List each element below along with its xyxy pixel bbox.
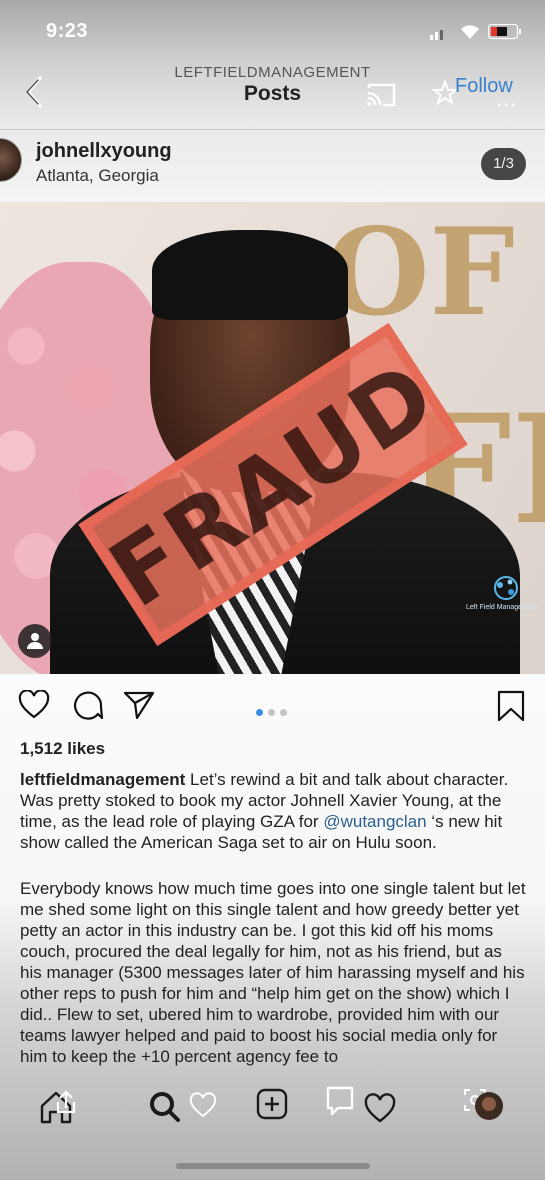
tab-activity[interactable]: [326, 1086, 398, 1131]
cast-icon[interactable]: [365, 82, 397, 113]
status-bar: 9:23: [0, 0, 545, 60]
home-indicator[interactable]: [176, 1163, 370, 1169]
more-options-icon[interactable]: ...: [496, 86, 517, 112]
carousel-counter: 1/3: [481, 148, 526, 180]
post-caption: leftfieldmanagement Let’s rewind a bit a…: [20, 769, 525, 853]
tagged-users-icon[interactable]: [18, 624, 52, 658]
tab-bar: [0, 1074, 545, 1144]
post-header: johnellxyoung Atlanta, Georgia 1/3: [0, 130, 545, 202]
caption-username[interactable]: leftfieldmanagement: [20, 770, 185, 789]
activity-icon: [326, 1086, 396, 1123]
watermark-logo: Left Field Management: [466, 574, 544, 624]
carousel-dots: [256, 703, 292, 721]
wifi-icon: [458, 22, 482, 45]
post-username[interactable]: johnellxyoung: [36, 140, 172, 163]
caption-body: Everybody knows how much time goes into …: [20, 879, 526, 1066]
caption-mention[interactable]: @wutangclan: [323, 812, 426, 831]
tab-home[interactable]: [38, 1086, 80, 1131]
bookmark-icon[interactable]: [497, 690, 525, 727]
likes-count[interactable]: 1,512 likes: [20, 739, 105, 759]
heart-icon[interactable]: [18, 689, 50, 725]
post-location[interactable]: Atlanta, Georgia: [36, 166, 159, 186]
navigation-bar: LEFTFIELDMANAGEMENT Posts Follow ...: [0, 60, 545, 130]
tab-search[interactable]: [146, 1086, 217, 1131]
battery-icon: [487, 23, 522, 45]
tab-profile[interactable]: [462, 1086, 506, 1131]
post-image[interactable]: OF FL FRAUD Left Field Management: [0, 202, 545, 674]
cellular-signal-icon: [430, 27, 444, 45]
post-actions: [0, 674, 545, 736]
avatar[interactable]: [0, 138, 22, 182]
status-time: 9:23: [46, 20, 89, 42]
home-icon: [40, 1090, 76, 1124]
watermark-text: Left Field Management: [466, 604, 538, 611]
tab-add-post[interactable]: [256, 1086, 290, 1127]
profile-avatar-icon: [464, 1089, 503, 1120]
share-icon[interactable]: [123, 690, 155, 725]
search-icon: [150, 1092, 217, 1122]
add-icon: [256, 1088, 288, 1120]
comment-icon[interactable]: [72, 690, 104, 727]
